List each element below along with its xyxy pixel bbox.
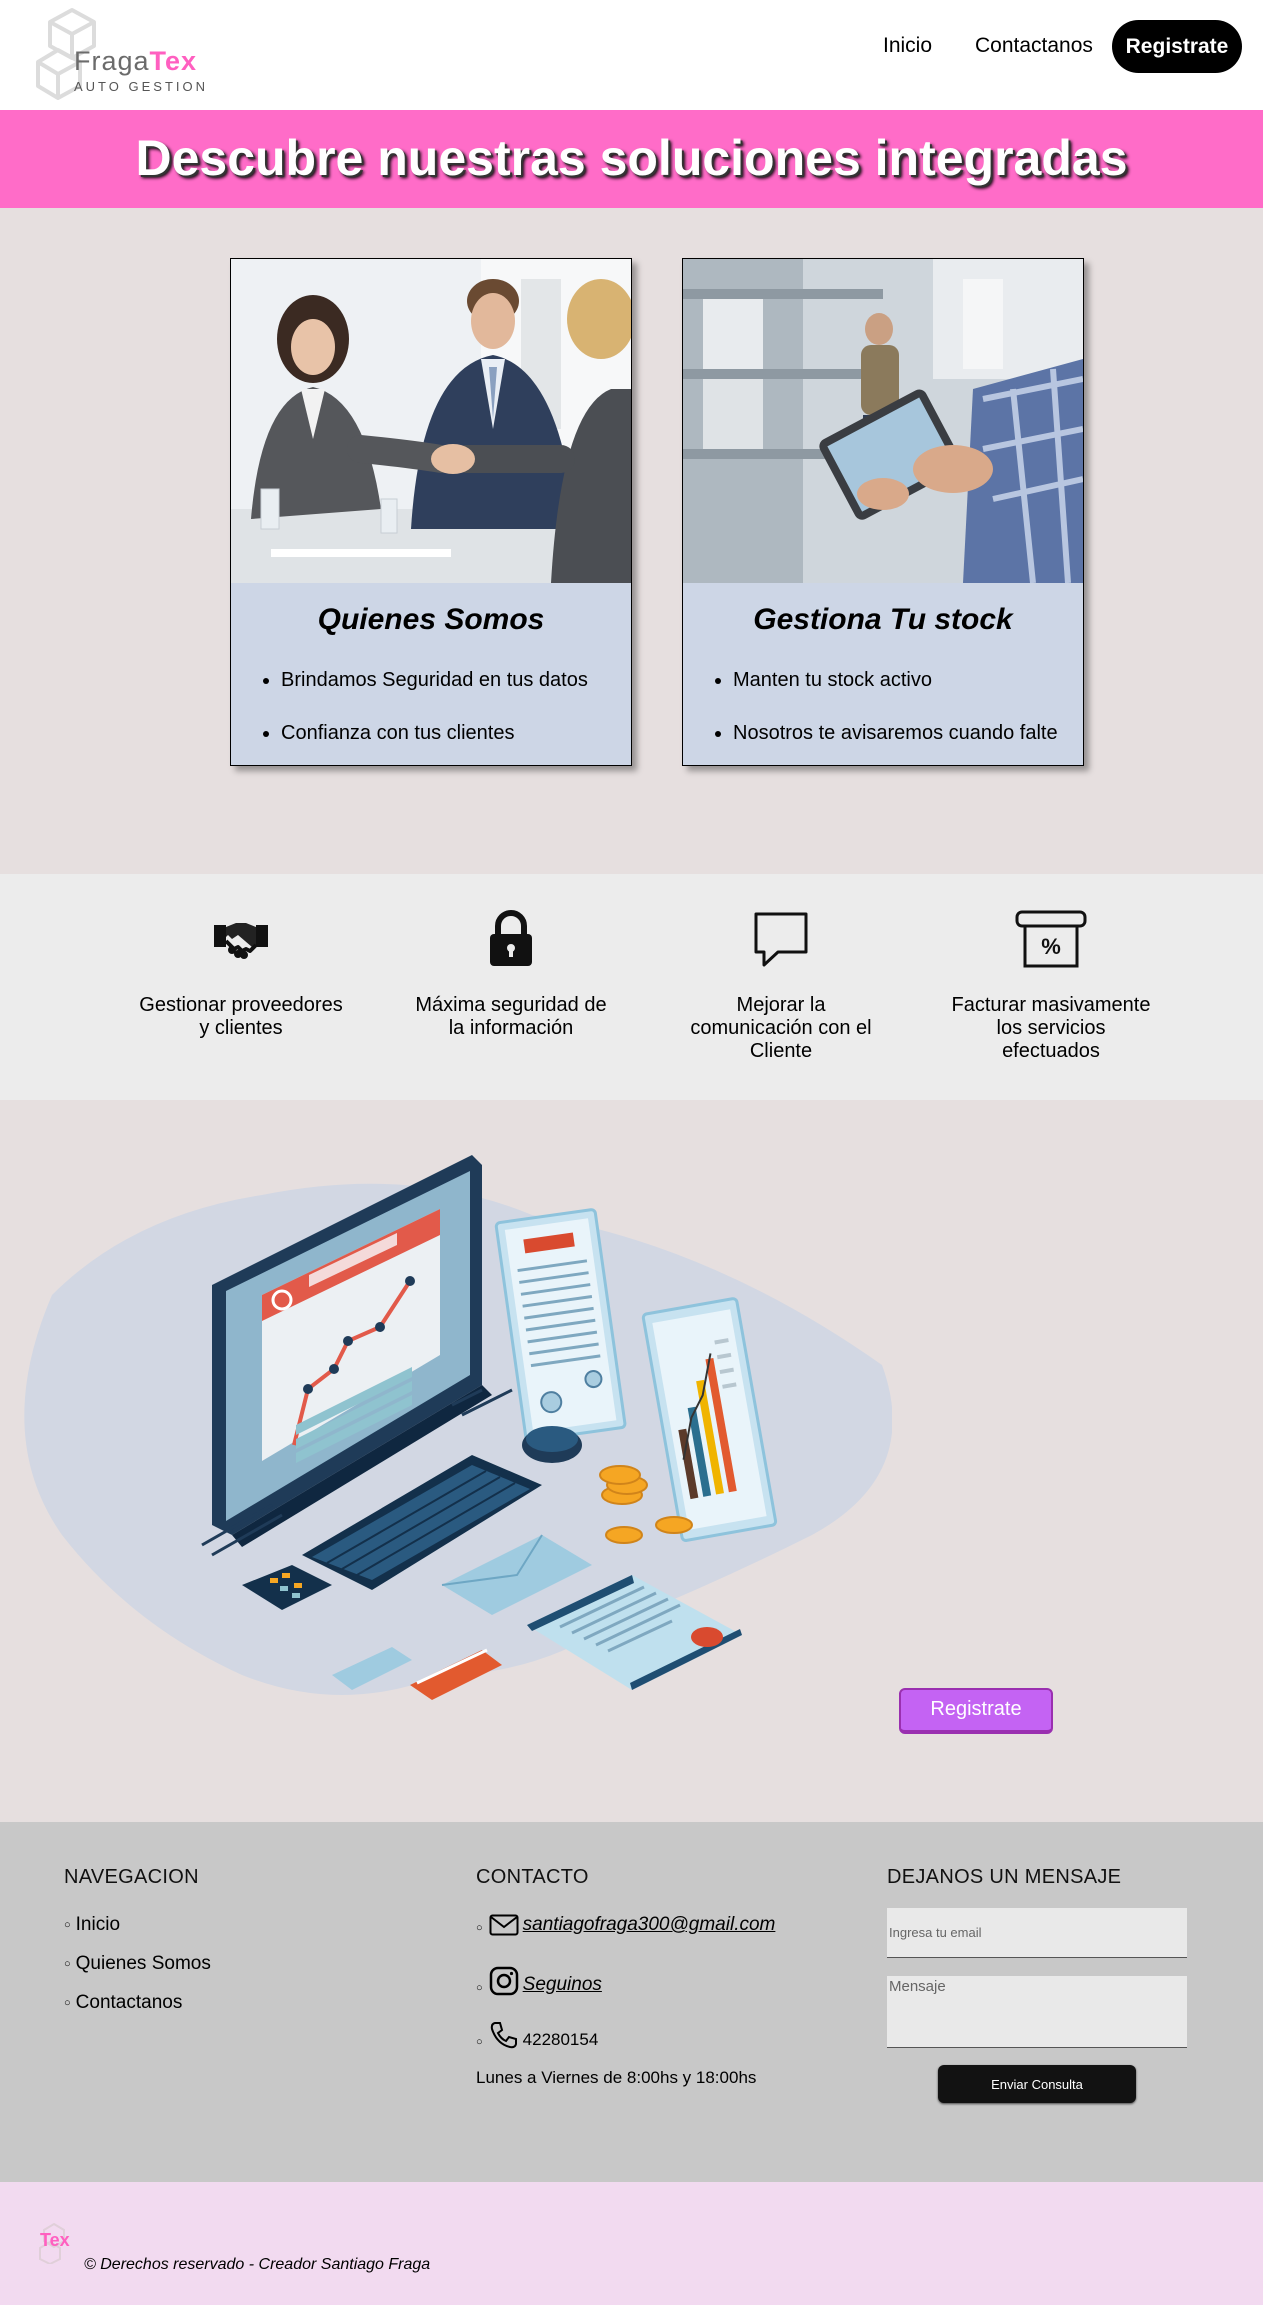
hero-banner: Descubre nuestras soluciones integradas: [0, 110, 1263, 208]
feature-item: Mejorar la comunicación con el Cliente: [676, 908, 886, 1063]
card-gestiona-stock: Gestiona Tu stock Manten tu stock activo…: [682, 258, 1084, 766]
brand-name: FragaTex: [74, 46, 198, 76]
mail-icon: [489, 1914, 519, 1936]
card-quienes-somos: Quienes Somos Brindamos Seguridad en tus…: [230, 258, 632, 766]
contact-social-link[interactable]: Seguinos: [523, 1974, 602, 1996]
nav-link-contactanos[interactable]: Contactanos: [975, 34, 1093, 58]
feature-text: Gestionar proveedores y clientes: [139, 994, 343, 1039]
features-strip: Gestionar proveedores y clientes Máxima …: [0, 874, 1263, 1100]
list-item: Confianza con tus clientes: [281, 722, 588, 745]
contact-phone: 42280154: [522, 2030, 599, 2049]
receipt-percent-icon: %: [1015, 910, 1087, 968]
footer-nav-quienes-somos[interactable]: Quienes Somos: [64, 1953, 211, 1975]
feature-text: Facturar masivamente los servicios efect…: [951, 994, 1151, 1062]
phone-icon: [490, 2022, 517, 2049]
copyright-text: © Derechos reservado - Creador Santiago …: [84, 2256, 431, 2273]
business-handshake-image: [231, 259, 631, 583]
contact-email-row: ○ santiagofraga300@gmail.com: [476, 1914, 776, 1936]
footer: NAVEGACION Inicio Quienes Somos Contacta…: [0, 1822, 1263, 2182]
small-brand-logo: Tex: [38, 2222, 82, 2266]
feature-text: Máxima seguridad de la información: [415, 994, 607, 1039]
warehouse-tablet-image: [683, 259, 1083, 583]
card-title: Gestiona Tu stock: [753, 603, 1013, 636]
instagram-icon: [489, 1966, 518, 1996]
footer-nav-inicio[interactable]: Inicio: [64, 1914, 211, 1936]
brand-tagline: AUTO GESTION: [74, 79, 208, 94]
contact-social-row: ○ Seguinos: [476, 1966, 602, 1996]
footer-nav-list: Inicio Quienes Somos Contactanos: [64, 1914, 211, 2031]
lock-icon: [490, 910, 532, 966]
footer-nav-contactanos[interactable]: Contactanos: [64, 1992, 211, 2014]
feature-item: % Facturar masivamente los servicios efe…: [946, 908, 1156, 1063]
brand-logo[interactable]: FragaTex AUTO GESTION: [36, 6, 206, 102]
speech-bubble-icon: [754, 912, 808, 967]
contact-email-link[interactable]: santiagofraga300@gmail.com: [523, 1914, 776, 1936]
list-item: Nosotros te avisaremos cuando falte: [733, 722, 1058, 745]
handshake-icon: [214, 923, 268, 959]
feature-text: Mejorar la comunicación con el Cliente: [690, 994, 872, 1062]
card-title: Quienes Somos: [317, 603, 545, 636]
register-button[interactable]: Registrate: [1112, 20, 1242, 73]
send-inquiry-button[interactable]: Enviar Consulta: [938, 2065, 1136, 2103]
contact-phone-row: ○ 42280154: [476, 2020, 598, 2050]
message-textarea[interactable]: [887, 1976, 1187, 2048]
banner-title: Descubre nuestras soluciones integradas: [135, 130, 1128, 186]
footer-message-title: DEJANOS UN MENSAJE: [887, 1866, 1122, 1888]
card-feature-list: Brindamos Seguridad en tus datos Confian…: [281, 669, 588, 765]
computer-dashboard-illustration: [12, 1155, 893, 1715]
business-hours: Lunes a Viernes de 8:00hs y 18:00hs: [476, 2068, 757, 2087]
footer-contact-title: CONTACTO: [476, 1866, 589, 1888]
footer-nav-title: NAVEGACION: [64, 1866, 199, 1888]
email-input[interactable]: [887, 1908, 1187, 1958]
feature-item: Gestionar proveedores y clientes: [136, 908, 346, 1040]
copyright-bar: Tex © Derechos reservado - Creador Santi…: [0, 2182, 1263, 2305]
svg-text:%: %: [1041, 934, 1061, 959]
card-feature-list: Manten tu stock activo Nosotros te avisa…: [733, 669, 1058, 765]
small-brand-text: Tex: [40, 2230, 70, 2250]
navbar: FragaTex AUTO GESTION Inicio Contactanos…: [0, 0, 1263, 110]
nav-link-inicio[interactable]: Inicio: [883, 34, 932, 58]
list-item: Manten tu stock activo: [733, 669, 1058, 692]
feature-item: Máxima seguridad de la información: [406, 908, 616, 1040]
registrate-cta-button[interactable]: Registrate: [899, 1688, 1053, 1734]
list-item: Brindamos Seguridad en tus datos: [281, 669, 588, 692]
